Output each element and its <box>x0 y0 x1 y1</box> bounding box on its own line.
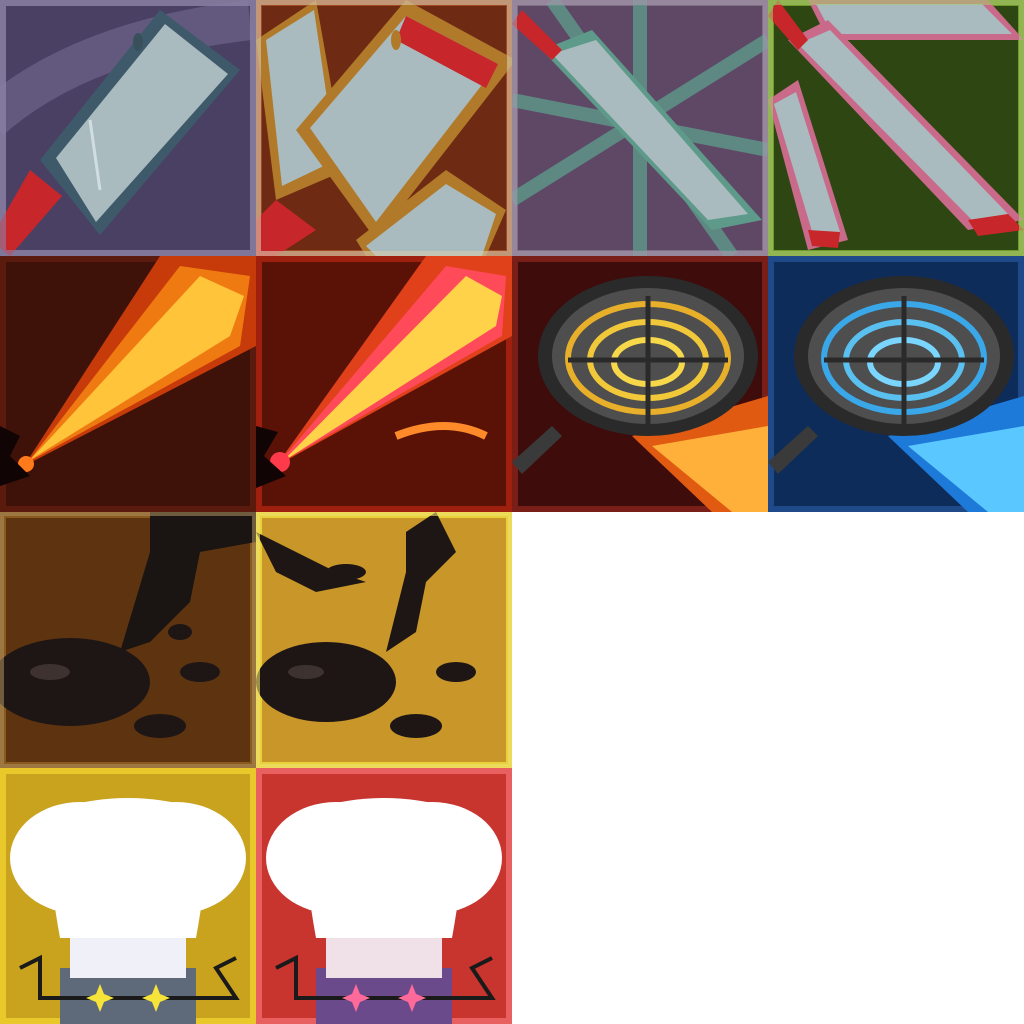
chef-hat-red-icon <box>256 768 512 1024</box>
hot-plate-cold-icon <box>768 256 1024 512</box>
cleavers-bloody-icon <box>256 0 512 256</box>
hot-plate-icon <box>512 256 768 512</box>
oil-spill-icon <box>0 512 256 768</box>
cleaver-icon <box>0 0 256 256</box>
flame-jet-hot-icon <box>256 256 512 512</box>
icon-sprite-sheet <box>0 0 1024 1024</box>
flame-jet-icon <box>0 256 256 512</box>
chef-knife-icon <box>512 0 768 256</box>
oil-spill-bright-icon <box>256 512 512 768</box>
knives-bloody-icon <box>768 0 1024 256</box>
chef-hat-icon <box>0 768 256 1024</box>
